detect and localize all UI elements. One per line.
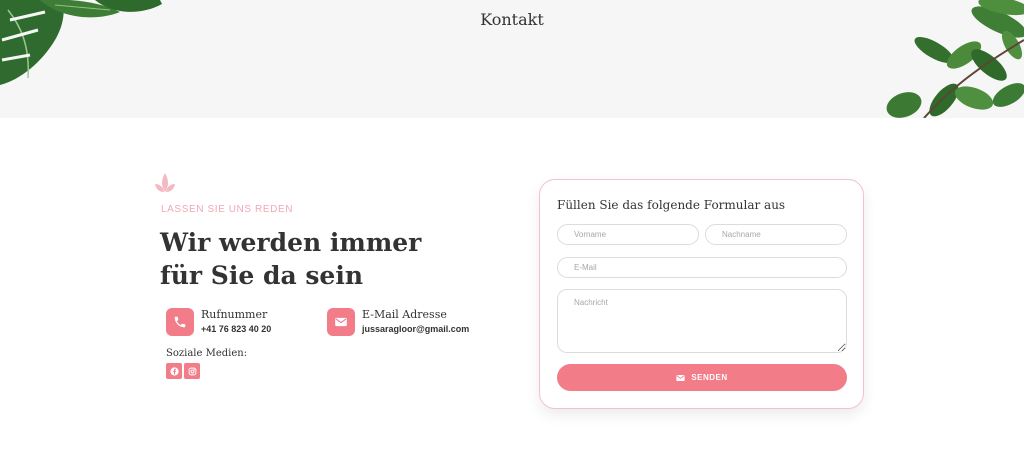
send-button[interactable]: SENDEN xyxy=(557,364,847,391)
facebook-icon xyxy=(169,366,179,376)
page-header: Kontakt xyxy=(0,0,1024,118)
phone-label: Rufnummer xyxy=(201,308,268,321)
phone-contact: Rufnummer +41 76 823 40 20 xyxy=(166,308,271,336)
form-title: Füllen Sie das folgende Formular aus xyxy=(557,198,786,212)
page-title: Kontakt xyxy=(480,10,544,29)
last-name-input[interactable] xyxy=(705,224,847,245)
send-button-label: SENDEN xyxy=(691,373,728,382)
email-address[interactable]: jussaragloor@gmail.com xyxy=(362,322,469,336)
envelope-icon xyxy=(327,308,355,336)
instagram-link[interactable] xyxy=(184,363,200,379)
email-input[interactable] xyxy=(557,257,847,278)
social-media-label: Soziale Medien: xyxy=(166,348,248,359)
social-links xyxy=(166,363,200,379)
section-headline: Wir werden immer für Sie da sein xyxy=(160,228,422,290)
leaf-sprig-icon xyxy=(155,173,175,192)
facebook-link[interactable] xyxy=(166,363,182,379)
contact-form-card: Füllen Sie das folgende Formular aus SEN… xyxy=(539,179,864,409)
instagram-icon xyxy=(188,367,196,375)
phone-number[interactable]: +41 76 823 40 20 xyxy=(201,322,271,336)
envelope-icon xyxy=(676,374,685,381)
email-label: E-Mail Adresse xyxy=(362,308,447,321)
message-textarea[interactable] xyxy=(557,289,847,353)
section-eyebrow: LASSEN SIE UNS REDEN xyxy=(161,204,294,215)
first-name-input[interactable] xyxy=(557,224,699,245)
email-contact: E-Mail Adresse jussaragloor@gmail.com xyxy=(327,308,469,336)
phone-icon xyxy=(166,308,194,336)
